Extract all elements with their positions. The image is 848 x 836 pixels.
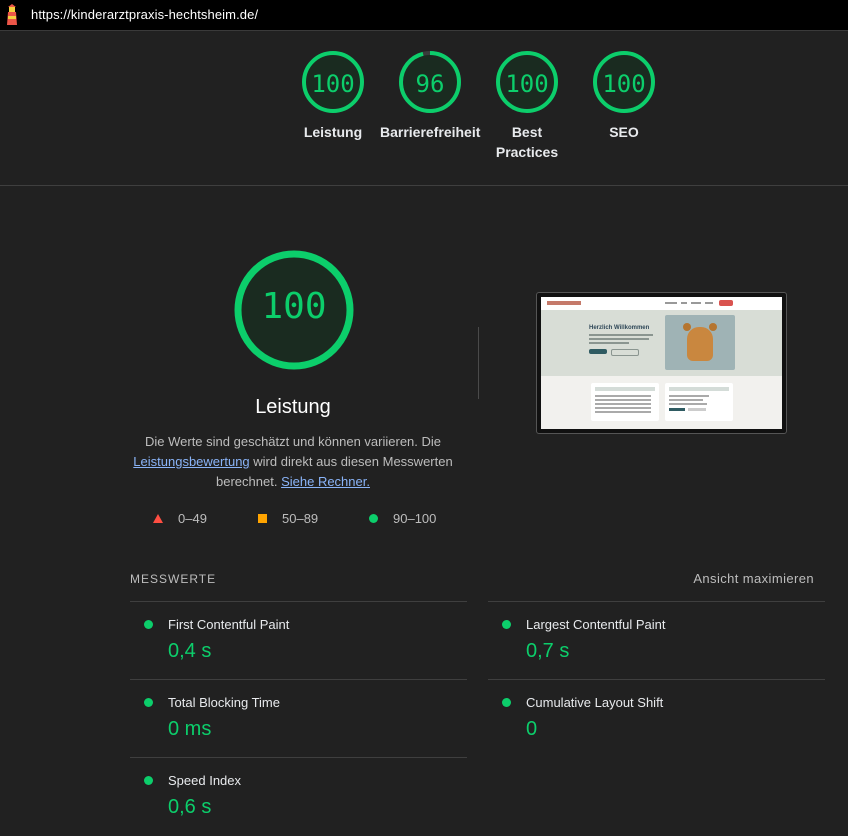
pass-circle-icon — [144, 620, 153, 629]
screenshot-card — [591, 383, 659, 421]
performance-gauge: 100 — [233, 249, 355, 371]
screenshot-card-button — [688, 408, 706, 411]
vertical-divider — [478, 327, 479, 399]
screenshot-button — [589, 349, 607, 354]
screenshot-card-line — [669, 395, 709, 397]
pass-circle-icon — [502, 620, 511, 629]
scoring-link[interactable]: Leistungsbewertung — [133, 454, 249, 469]
desc-text: Die Werte sind geschätzt und können vari… — [144, 434, 442, 449]
metric-lcp: Largest Contentful Paint 0,7 s — [488, 602, 825, 680]
metric-value: 0 ms — [168, 718, 212, 740]
legend-average: 50–89 — [282, 511, 319, 526]
average-square-icon — [258, 514, 267, 523]
performance-score: 100 — [261, 286, 327, 327]
page-url[interactable]: https://kinderarztpraxis-hechtsheim.de/ — [31, 7, 258, 22]
fail-triangle-icon — [153, 514, 163, 523]
legend-fail: 0–49 — [178, 511, 207, 526]
gauge-best-practices[interactable]: 100 Best Practices — [477, 50, 577, 162]
gauge-label: Barrierefreiheit — [380, 124, 481, 140]
metric-name: Speed Index — [168, 773, 242, 788]
screenshot-nav-link — [691, 302, 701, 304]
pass-circle-icon — [144, 698, 153, 707]
gauge-accessibility[interactable]: 96 Barrierefreiheit — [380, 50, 480, 142]
screenshot-cta — [719, 300, 733, 306]
gauge-score: 96 — [415, 70, 445, 98]
teddy-bear-image — [665, 315, 735, 370]
metrics-header: MESSWERTE — [130, 572, 217, 586]
screenshot-card-header — [595, 387, 655, 391]
final-screenshot[interactable]: Herzlich Willkommen — [536, 292, 787, 434]
gauge-score: 100 — [505, 70, 549, 98]
metric-name: Largest Contentful Paint — [526, 617, 666, 632]
gauge-score: 100 — [311, 70, 355, 98]
screenshot-card-header — [669, 387, 729, 391]
gauge-score: 100 — [602, 70, 646, 98]
metric-name: Total Blocking Time — [168, 695, 280, 710]
section-divider — [0, 185, 848, 186]
screenshot-card-line — [595, 399, 651, 401]
screenshot-card-line — [669, 403, 707, 405]
screenshot-card-line — [595, 403, 651, 405]
expand-view-toggle[interactable]: Ansicht maximieren — [693, 571, 814, 586]
metric-name: First Contentful Paint — [168, 617, 290, 632]
screenshot-nav-link — [705, 302, 713, 304]
metric-value: 0,4 s — [168, 640, 212, 662]
gauge-label: Best Practices — [495, 124, 559, 160]
pass-circle-icon — [369, 514, 378, 523]
pass-circle-icon — [144, 776, 153, 785]
gauge-performance[interactable]: 100 Leistung — [283, 50, 383, 142]
screenshot-nav-link — [665, 302, 677, 304]
screenshot-card-line — [595, 395, 651, 397]
metric-value: 0 — [526, 718, 538, 740]
metric-value: 0,7 s — [526, 640, 570, 662]
performance-title: Leistung — [255, 396, 331, 418]
screenshot-hero: Herzlich Willkommen — [541, 310, 782, 376]
metric-tbt: Total Blocking Time 0 ms — [130, 680, 467, 758]
metric-fcp: First Contentful Paint 0,4 s — [130, 602, 467, 680]
screenshot-text-line — [589, 338, 649, 340]
gauge-seo[interactable]: 100 SEO — [574, 50, 674, 142]
legend-pass: 90–100 — [393, 511, 437, 526]
performance-description: Die Werte sind geschätzt und können vari… — [125, 432, 461, 492]
screenshot-card-line — [669, 399, 703, 401]
pass-circle-icon — [502, 698, 511, 707]
screenshot-text-line — [589, 334, 653, 336]
bear-ear-icon — [709, 323, 717, 331]
metric-value: 0,6 s — [168, 796, 212, 818]
address-bar: https://kinderarztpraxis-hechtsheim.de/ — [0, 0, 848, 31]
calculator-link[interactable]: Siehe Rechner. — [281, 474, 370, 489]
screenshot-card-line — [595, 411, 651, 413]
screenshot-page: Herzlich Willkommen — [541, 297, 782, 429]
gauge-label: Leistung — [303, 124, 363, 140]
screenshot-button — [611, 349, 639, 356]
screenshot-nav-link — [681, 302, 687, 304]
screenshot-card-line — [595, 407, 651, 409]
screenshot-logo — [547, 301, 581, 305]
screenshot-heading: Herzlich Willkommen — [589, 325, 650, 331]
metric-speed-index: Speed Index 0,6 s — [130, 758, 467, 836]
screenshot-card-button — [669, 408, 685, 411]
screenshot-nav — [541, 297, 782, 310]
metric-cls: Cumulative Layout Shift 0 — [488, 680, 825, 758]
metric-name: Cumulative Layout Shift — [526, 695, 664, 710]
lighthouse-logo-icon — [7, 4, 17, 25]
teddy-bear-icon — [687, 327, 713, 361]
gauge-label: SEO — [609, 124, 639, 140]
screenshot-text-line — [589, 342, 629, 344]
screenshot-card — [665, 383, 733, 421]
